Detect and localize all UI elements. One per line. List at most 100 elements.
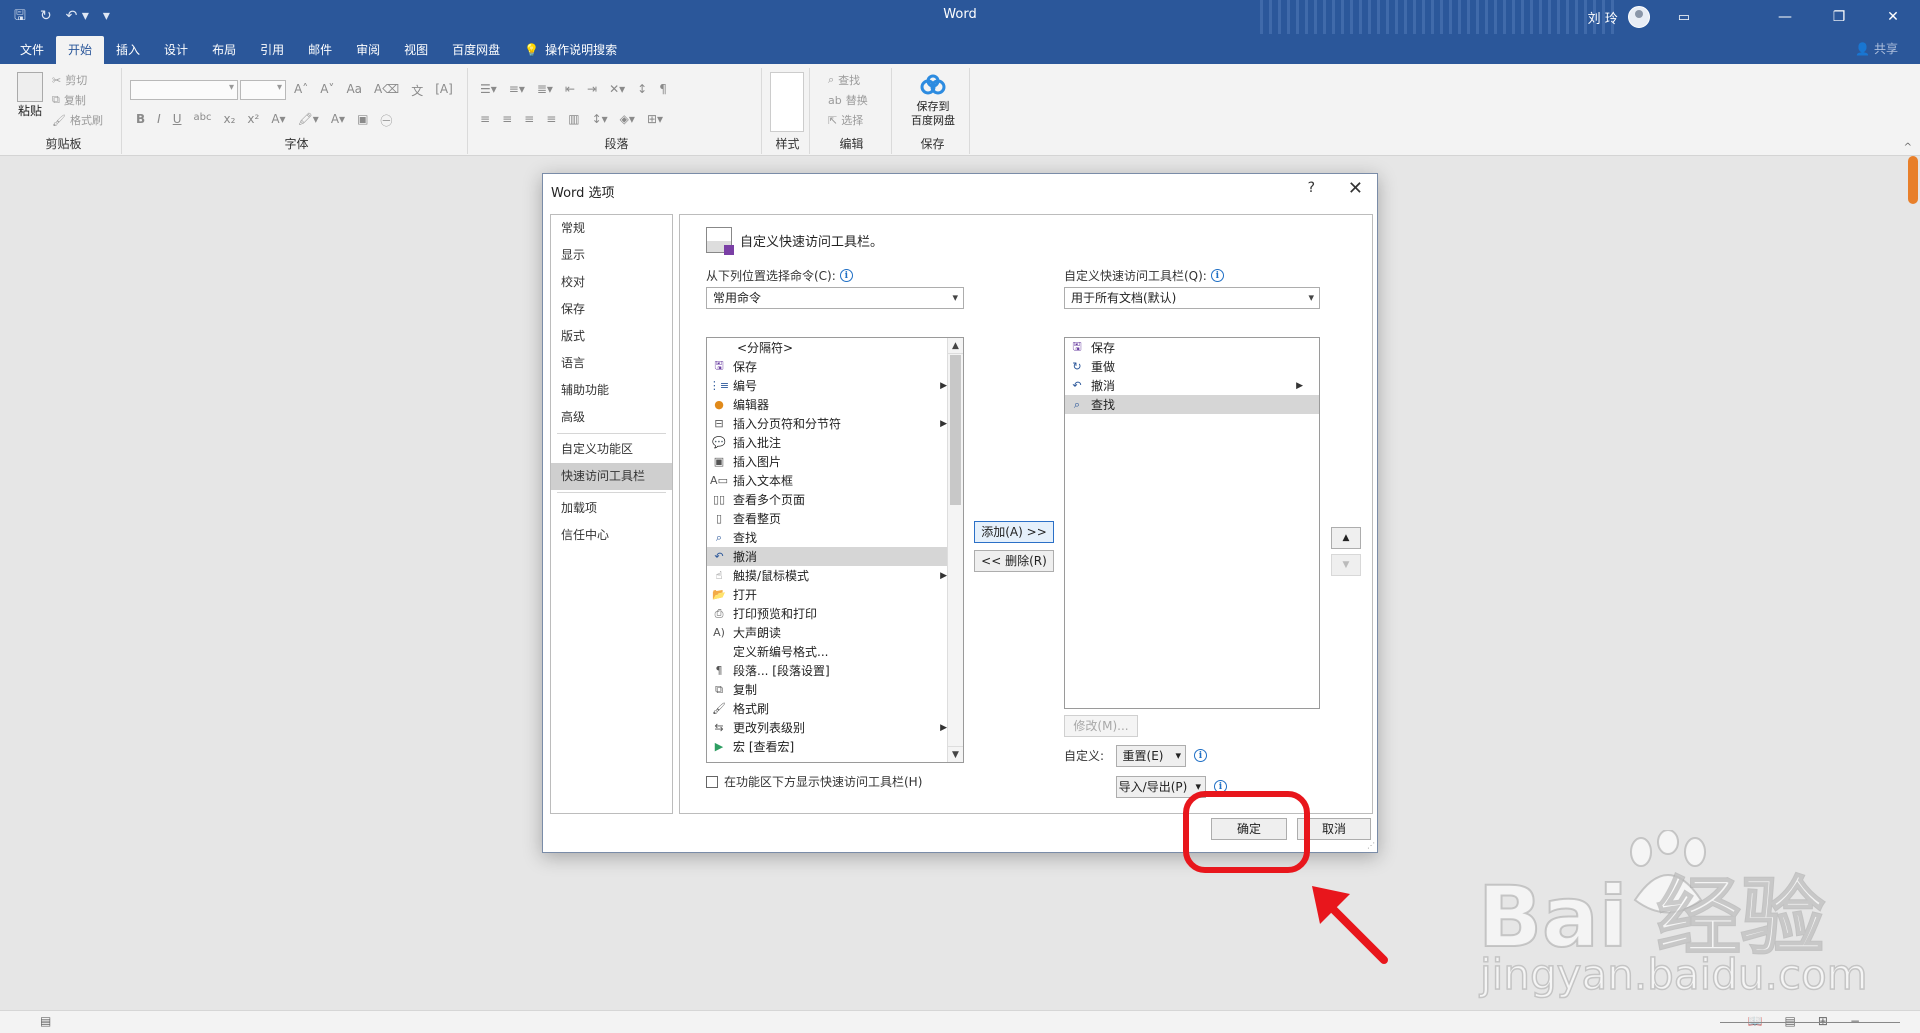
nav-quick-access-toolbar[interactable]: 快速访问工具栏 — [551, 463, 672, 490]
tab-mailings[interactable]: 邮件 — [296, 36, 344, 64]
nav-customize-ribbon[interactable]: 自定义功能区 — [551, 436, 672, 463]
paste-button[interactable]: 粘贴 — [14, 72, 46, 119]
add-button[interactable]: 添加(A) >> — [974, 521, 1054, 543]
close-icon[interactable]: ✕ — [1348, 178, 1363, 199]
list-item[interactable]: 🖫 保存 — [707, 357, 963, 376]
zoom-slider[interactable] — [1720, 1022, 1900, 1023]
scroll-down-icon[interactable]: ▼ — [948, 746, 963, 762]
user-account[interactable]: 刘 玲 ▭ — [1588, 6, 1690, 28]
select-button[interactable]: ⇱ 选择 — [828, 110, 868, 130]
font-name-combo[interactable] — [130, 80, 238, 100]
nav-display[interactable]: 显示 — [551, 242, 672, 269]
sort-icon[interactable]: ↕ — [637, 82, 647, 96]
list-item[interactable]: 定义新编号格式... — [707, 642, 963, 661]
list-item[interactable]: ▯▯ 查看多个页面 — [707, 490, 963, 509]
list-item[interactable]: ▯ 查看整页 — [707, 509, 963, 528]
print-layout-icon[interactable]: ▤ — [1785, 1014, 1796, 1028]
list-item[interactable]: ☝ 触摸/鼠标模式 ▶ — [707, 566, 963, 585]
tab-design[interactable]: 设计 — [152, 36, 200, 64]
modify-button[interactable]: 修改(M)... — [1064, 715, 1138, 737]
multilevel-list-icon[interactable]: ≣▾ — [537, 82, 553, 96]
nav-trust-center[interactable]: 信任中心 — [551, 522, 672, 549]
nav-typography[interactable]: 版式 — [551, 323, 672, 350]
subscript-button[interactable]: x₂ — [223, 112, 235, 129]
restore-icon[interactable]: ❐ — [1812, 0, 1866, 34]
align-right-icon[interactable]: ≡ — [524, 112, 534, 126]
justify-icon[interactable]: ≡ — [546, 112, 556, 126]
info-icon[interactable]: i — [839, 269, 853, 282]
scroll-thumb[interactable] — [1908, 156, 1918, 204]
list-item[interactable]: ▶ 宏 [查看宏] — [707, 737, 963, 756]
customize-qat-select[interactable]: 用于所有文档(默认) — [1064, 287, 1320, 309]
list-item[interactable]: ⌕ 查找 — [1065, 395, 1319, 414]
remove-button[interactable]: << 删除(R) — [974, 550, 1054, 572]
tab-file[interactable]: 文件 — [8, 36, 56, 64]
list-item[interactable]: <分隔符> — [707, 338, 963, 357]
clear-format-icon[interactable]: A⌫ — [374, 82, 399, 99]
list-item[interactable]: ⎙ 打印预览和打印 — [707, 604, 963, 623]
checkbox-box[interactable] — [706, 775, 718, 788]
tab-layout[interactable]: 布局 — [200, 36, 248, 64]
tab-references[interactable]: 引用 — [248, 36, 296, 64]
shrink-font-icon[interactable]: A˅ — [320, 82, 334, 99]
grow-font-icon[interactable]: A˄ — [294, 82, 308, 99]
distribute-icon[interactable]: ▥ — [568, 112, 579, 126]
zoom-out-icon[interactable]: − — [1850, 1014, 1860, 1028]
list-item[interactable]: ⋮≡ 编号 ▶ — [707, 376, 963, 395]
nav-add-ins[interactable]: 加载项 — [551, 495, 672, 522]
show-marks-icon[interactable]: ¶ — [659, 82, 667, 96]
tab-insert[interactable]: 插入 — [104, 36, 152, 64]
collapse-ribbon-icon[interactable]: ^ — [1904, 142, 1912, 153]
list-item[interactable]: ¶ 段落... [段落设置] — [707, 661, 963, 680]
find-button[interactable]: ⌕ 查找 — [828, 70, 868, 90]
increase-indent-icon[interactable]: ⇥ — [587, 82, 597, 96]
nav-general[interactable]: 常规 — [551, 215, 672, 242]
resize-grip-icon[interactable]: ⋰ — [1367, 841, 1375, 850]
toolbar-items-list[interactable]: 🖫 保存 ↻ 重做 ↶ 撤消 ▶ ⌕ 查找 — [1064, 337, 1320, 709]
list-item[interactable]: ⌕ 查找 — [707, 528, 963, 547]
move-up-button[interactable]: ▲ — [1331, 527, 1361, 549]
list-item[interactable]: A▭ 插入文本框 — [707, 471, 963, 490]
font-size-combo[interactable] — [240, 80, 286, 100]
format-painter-button[interactable]: 🖌 格式刷 — [52, 110, 103, 130]
superscript-button[interactable]: x² — [247, 112, 259, 129]
align-left-icon[interactable]: ≡ — [480, 112, 490, 126]
copy-button[interactable]: ⧉ 复制 — [52, 90, 103, 110]
list-item[interactable]: ⊟ 插入分页符和分节符 ▶ — [707, 414, 963, 433]
move-down-button[interactable]: ▼ — [1331, 554, 1361, 576]
char-shading-icon[interactable]: ▣ — [357, 112, 368, 129]
list-item[interactable]: ⧉ 复制 — [707, 680, 963, 699]
choose-commands-select[interactable]: 常用命令 — [706, 287, 964, 309]
list-item[interactable]: A) 大声朗读 — [707, 623, 963, 642]
list-item[interactable]: ● 编辑器 — [707, 395, 963, 414]
phonetic-icon[interactable]: 文 — [411, 82, 423, 99]
scroll-thumb[interactable] — [950, 355, 961, 505]
list-item[interactable]: ↶撤消▶ — [707, 547, 963, 566]
tell-me-search[interactable]: 💡 操作说明搜索 — [512, 36, 629, 64]
char-border-icon[interactable]: [A] — [435, 82, 453, 99]
change-case-icon[interactable]: Aa — [346, 82, 362, 99]
font-color-icon[interactable]: A▾ — [331, 112, 345, 129]
line-spacing-icon[interactable]: ↕▾ — [592, 112, 608, 126]
info-icon[interactable]: i — [1194, 749, 1207, 762]
macro-record-icon[interactable]: ▤ — [40, 1014, 51, 1028]
cut-button[interactable]: ✂ 剪切 — [52, 70, 103, 90]
commands-list[interactable]: <分隔符> 🖫 保存 ⋮≡ 编号 ▶ ● 编辑器 ⊟ 插入分页符和分节符 ▶ 💬 插入批注 ▣ 插入图片 A▭… — [706, 337, 964, 763]
minimize-icon[interactable]: — — [1758, 0, 1812, 34]
underline-button[interactable]: U — [173, 112, 182, 129]
list-item[interactable]: ↶撤消▶ — [1065, 376, 1319, 395]
list-item[interactable]: ↻ 重做 — [1065, 357, 1319, 376]
styles-gallery[interactable] — [770, 72, 804, 132]
nav-save[interactable]: 保存 — [551, 296, 672, 323]
highlight-icon[interactable]: 🖍▾ — [298, 112, 319, 129]
show-below-ribbon-checkbox[interactable]: 在功能区下方显示快速访问工具栏(H) — [706, 773, 922, 790]
bold-button[interactable]: B — [136, 112, 145, 129]
nav-proofing[interactable]: 校对 — [551, 269, 672, 296]
numbering-icon[interactable]: ≡▾ — [509, 82, 525, 96]
text-effects-icon[interactable]: A▾ — [271, 112, 285, 129]
tab-review[interactable]: 审阅 — [344, 36, 392, 64]
reset-button[interactable]: 重置(E) — [1116, 745, 1186, 767]
close-window-icon[interactable]: ✕ — [1866, 0, 1920, 34]
list-item[interactable]: 💬 插入批注 — [707, 433, 963, 452]
avatar[interactable] — [1627, 6, 1650, 28]
